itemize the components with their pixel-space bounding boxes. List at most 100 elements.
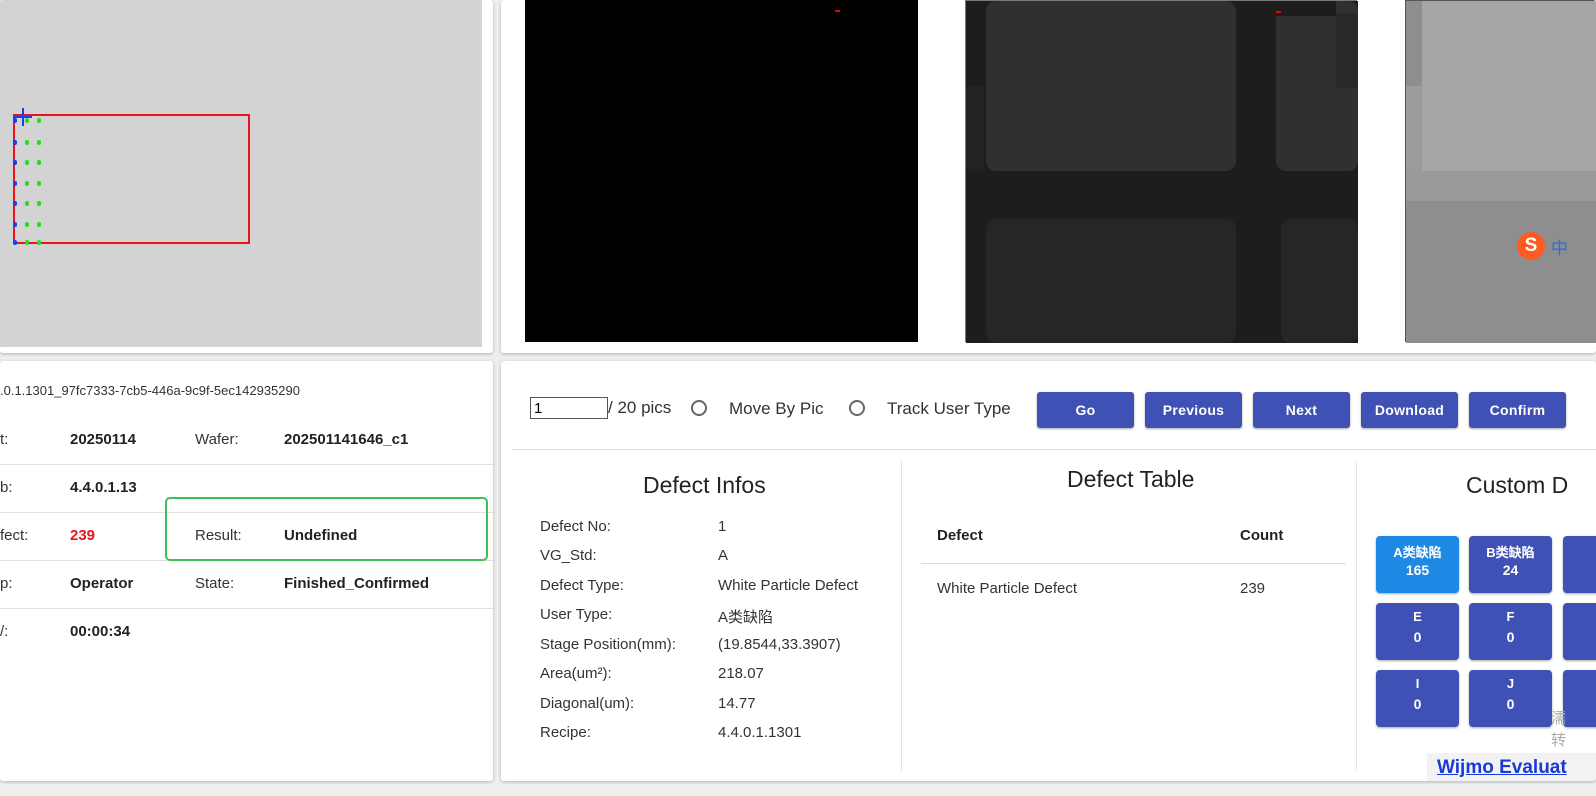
defect-info-value: 1 [718, 518, 727, 535]
defect-marker [835, 10, 840, 12]
defect-count-value: 239 [70, 527, 96, 544]
column-header-count[interactable]: Count [1240, 527, 1283, 544]
next-button[interactable]: Next [1253, 392, 1350, 428]
custom-type-button-f[interactable]: F 0 [1469, 603, 1552, 660]
wijmo-evaluation-link[interactable]: Wijmo Evaluat [1437, 757, 1567, 779]
defect-info-key: Defect Type: [540, 577, 624, 594]
confirm-button[interactable]: Confirm [1469, 392, 1566, 428]
custom-type-count: 0 [1506, 696, 1515, 712]
custom-type-count: 0 [1506, 629, 1515, 645]
go-button[interactable]: Go [1037, 392, 1134, 428]
defect-review-panel: / 20 pics Move By Pic Track User Type Go… [501, 361, 1596, 781]
die-region-box [13, 114, 250, 244]
result-highlight-box [165, 497, 488, 561]
info-row: p: Operator State: Finished_Confirmed [0, 560, 493, 609]
defect-dot [25, 201, 29, 206]
track-user-type-label[interactable]: Track User Type [887, 399, 1011, 419]
custom-type-button-k-partial[interactable] [1563, 670, 1596, 727]
custom-type-count: 0 [1413, 629, 1422, 645]
defect-info-key: Stage Position(mm): [540, 636, 676, 653]
defect-image-3[interactable] [1405, 0, 1596, 343]
defect-dot [13, 118, 17, 123]
custom-type-label: E [1413, 609, 1422, 624]
custom-type-count: 0 [1413, 696, 1422, 712]
defect-images-panel: S 中 [501, 0, 1596, 353]
custom-type-label: B类缺陷 [1486, 545, 1535, 560]
defect-info-value: A [718, 547, 729, 564]
defect-info-value: (19.8544,33.3907) [718, 636, 841, 653]
track-user-type-radio[interactable] [849, 400, 865, 416]
defect-dot [25, 240, 29, 245]
defect-dot [37, 240, 41, 245]
defect-dot [37, 140, 41, 145]
move-by-pic-radio[interactable] [691, 400, 707, 416]
custom-type-label: A类缺陷 [1393, 545, 1442, 560]
defect-dot [37, 160, 41, 165]
defect-dot [25, 140, 29, 145]
page-total-label: / 20 pics [608, 398, 672, 417]
info-row: t: 20250114 Wafer: 202501141646_c1 [0, 416, 493, 465]
defect-info-key: User Type: [540, 606, 613, 623]
custom-type-label: F [1506, 609, 1515, 624]
divider [901, 461, 902, 771]
info-key: p: [0, 575, 13, 592]
info-key: /: [0, 623, 9, 640]
info-value: 00:00:34 [70, 623, 131, 640]
custom-type-button-g-partial[interactable] [1563, 603, 1596, 660]
crosshair-cursor-icon-h [14, 116, 32, 118]
info-value: Operator [70, 575, 134, 592]
column-header-defect[interactable]: Defect [937, 527, 983, 544]
defect-info-key: VG_Std: [540, 547, 597, 564]
previous-button[interactable]: Previous [1145, 392, 1242, 428]
wafer-map-canvas[interactable] [0, 0, 482, 347]
defect-infos-title: Defect Infos [643, 472, 766, 498]
defect-info-value: 218.07 [718, 665, 764, 682]
defect-image-2[interactable] [965, 0, 1358, 343]
download-button[interactable]: Download [1361, 392, 1458, 428]
info-key: Wafer: [195, 431, 239, 448]
defect-dot [13, 181, 17, 186]
info-row: /: 00:00:34 [0, 608, 493, 656]
wafer-info-panel: .0.1.1301_97fc7333-7cb5-446a-9c9f-5ec142… [0, 361, 493, 781]
table-cell-count[interactable]: 239 [1240, 580, 1265, 597]
defect-dot [13, 240, 17, 245]
divider [1356, 461, 1357, 771]
sogou-logo-icon: S [1517, 232, 1545, 260]
info-key: b: [0, 479, 13, 496]
custom-type-button-e[interactable]: E 0 [1376, 603, 1459, 660]
custom-type-button-i[interactable]: I 0 [1376, 670, 1459, 727]
move-by-pic-label[interactable]: Move By Pic [729, 399, 823, 419]
custom-type-button-b[interactable]: B类缺陷 24 [1469, 536, 1552, 593]
defect-marker [1276, 11, 1281, 13]
defect-info-key: Recipe: [540, 724, 591, 741]
wafer-map-panel [0, 0, 493, 353]
defect-image-3-pattern [1406, 1, 1596, 343]
defect-info-value: White Particle Defect [718, 577, 859, 594]
table-header-divider [921, 563, 1346, 564]
defect-dot [13, 160, 17, 165]
table-cell-defect[interactable]: White Particle Defect [937, 580, 1077, 597]
defect-dot [13, 201, 17, 206]
custom-type-button-j[interactable]: J 0 [1469, 670, 1552, 727]
session-id: .0.1.1301_97fc7333-7cb5-446a-9c9f-5ec142… [0, 383, 300, 398]
page-number-input[interactable] [530, 397, 608, 419]
defect-dot [25, 181, 29, 186]
defect-info-key: Area(um²): [540, 665, 612, 682]
defect-info-key: Defect No: [540, 518, 611, 535]
custom-type-count: 165 [1405, 562, 1430, 578]
info-key: State: [195, 575, 235, 592]
defect-dot [37, 201, 41, 206]
divider [511, 449, 1596, 450]
custom-type-button-a[interactable]: A类缺陷 165 [1376, 536, 1459, 593]
defect-image-1[interactable] [525, 0, 918, 342]
custom-type-button-c-partial[interactable] [1563, 536, 1596, 593]
defect-dot [37, 181, 41, 186]
info-key: t: [0, 431, 9, 448]
custom-type-label: J [1506, 676, 1515, 691]
defect-dot [37, 118, 41, 123]
defect-dot [37, 222, 41, 227]
ime-mode-indicator: 中 [1551, 239, 1568, 258]
custom-defect-title: Custom D [1466, 472, 1569, 498]
sogou-ime-badge[interactable]: S 中 [1517, 232, 1596, 260]
info-key: fect: [0, 527, 29, 544]
